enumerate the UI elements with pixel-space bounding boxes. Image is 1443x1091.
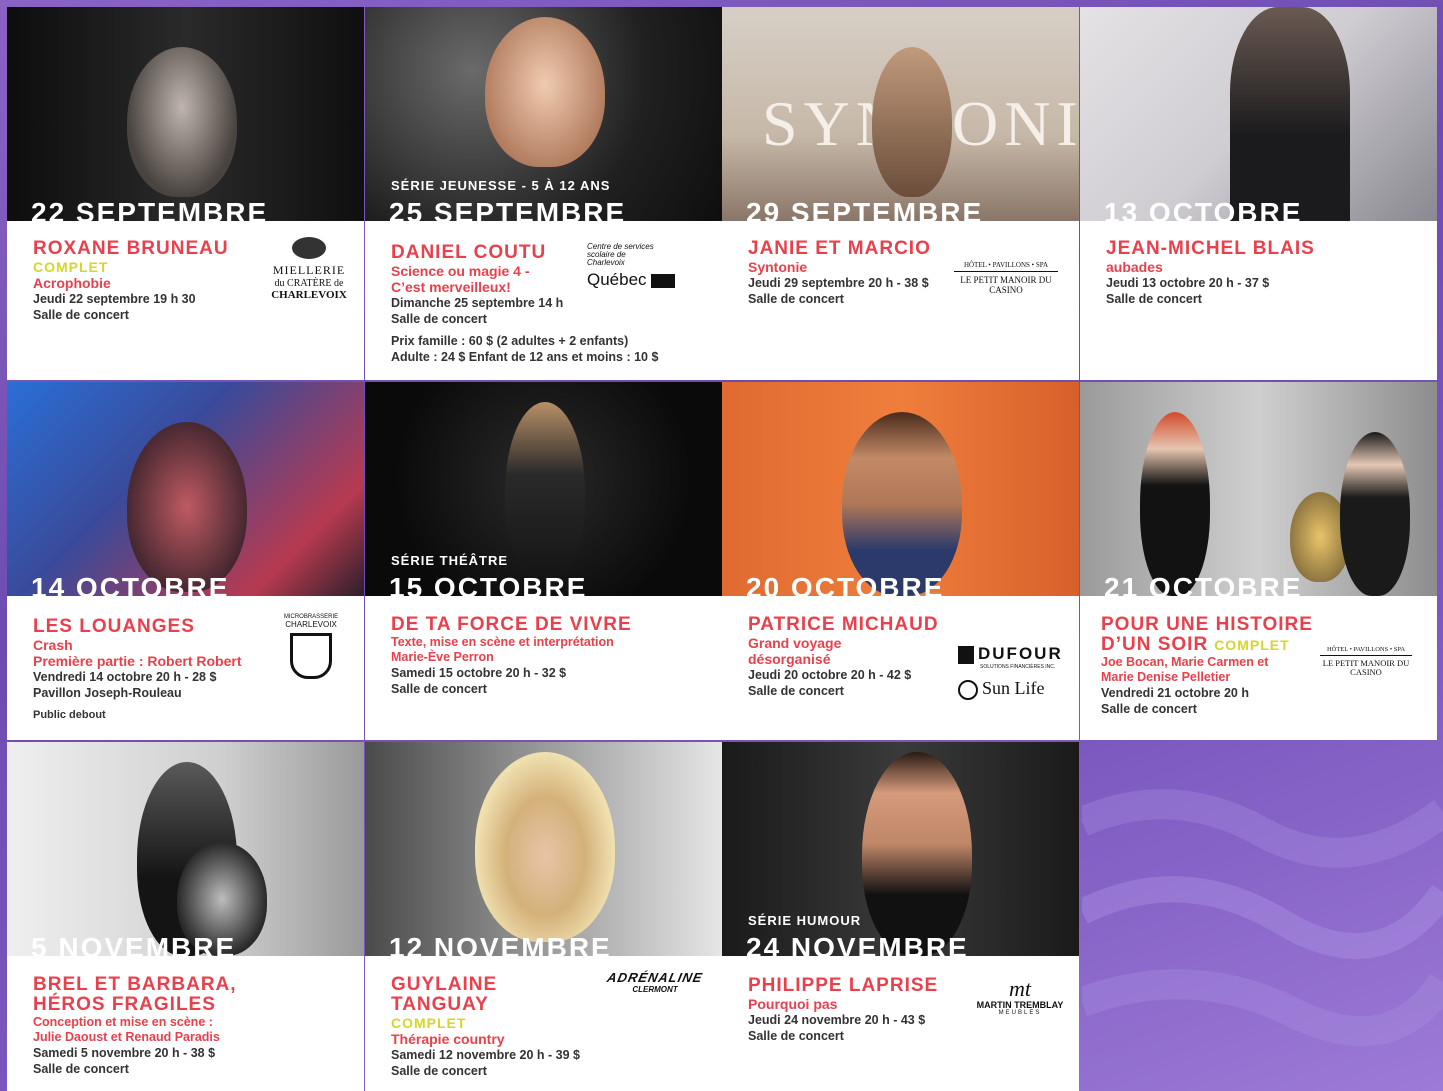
- event-title: JANIE ET MARCIO: [748, 238, 931, 259]
- sponsor-logo: ADRÉNALINE CLERMONT: [605, 970, 705, 994]
- event-subtitle: aubades: [1106, 259, 1163, 275]
- event-photo: SÉRIE THÉÂTRE 15 OCTOBRE: [365, 382, 722, 596]
- event-subtitle: Thérapie country: [391, 1031, 505, 1047]
- event-venue: Pavillon Joseph-Rouleau: [33, 686, 182, 700]
- event-card[interactable]: 22 SEPTEMBRE ROXANE BRUNEAU COMPLET Acro…: [7, 7, 364, 380]
- event-photo: SÉRIE HUMOUR 24 NOVEMBRE: [722, 742, 1079, 956]
- decorative-waves: [1082, 742, 1443, 1091]
- event-subtitle: Grand voyage: [748, 635, 842, 651]
- event-venue: Salle de concert: [33, 1062, 129, 1076]
- event-venue: Salle de concert: [1106, 292, 1202, 306]
- event-date: 12 NOVEMBRE: [389, 932, 612, 957]
- event-subtitle: désorganisé: [748, 651, 831, 667]
- event-date: 20 OCTOBRE: [746, 572, 945, 597]
- event-card[interactable]: 14 OCTOBRE LES LOUANGES Crash Première p…: [7, 382, 364, 740]
- event-venue: Salle de concert: [391, 682, 487, 696]
- event-datetime: Samedi 15 octobre 20 h - 32 $: [391, 666, 567, 680]
- event-subtitle: Texte, mise en scène et interprétation: [391, 635, 614, 649]
- event-card[interactable]: SÉRIE JEUNESSE - 5 À 12 ANS 25 SEPTEMBRE…: [365, 7, 722, 380]
- event-datetime: Jeudi 20 octobre 20 h - 42 $: [748, 668, 912, 682]
- event-photo: 20 OCTOBRE: [722, 382, 1079, 596]
- event-venue: Salle de concert: [748, 1029, 844, 1043]
- event-photo: 5 NOVEMBRE: [7, 742, 364, 956]
- event-venue: Salle de concert: [1101, 702, 1197, 716]
- event-photo: 21 OCTOBRE: [1080, 382, 1437, 596]
- event-card[interactable]: SÉRIE THÉÂTRE 15 OCTOBRE DE TA FORCE DE …: [365, 382, 722, 740]
- event-title: BREL ET BARBARA,: [33, 974, 237, 995]
- event-subtitle: Conception et mise en scène :: [33, 1015, 213, 1029]
- event-card[interactable]: SÉRIE HUMOUR 24 NOVEMBRE PHILIPPE LAPRIS…: [722, 742, 1079, 1091]
- event-card[interactable]: 20 OCTOBRE PATRICE MICHAUD Grand voyage …: [722, 382, 1079, 740]
- event-series: SÉRIE THÉÂTRE: [391, 553, 509, 568]
- event-title: PATRICE MICHAUD: [748, 614, 939, 635]
- event-title: HÉROS FRAGILES: [33, 994, 216, 1015]
- sponsor-logo: MIELLERIE du CRATÈRE de CHARLEVOIX: [269, 237, 349, 301]
- event-photo: 14 OCTOBRE: [7, 382, 364, 596]
- event-title: POUR UNE HISTOIRE: [1101, 614, 1313, 635]
- event-venue: Salle de concert: [391, 312, 487, 326]
- event-note: Public debout: [33, 709, 106, 721]
- sponsor-logo: HÔTEL • PAVILLONS • SPA LE PETIT MANOIR …: [1320, 646, 1412, 677]
- event-photo: 22 SEPTEMBRE: [7, 7, 364, 221]
- event-subtitle: Joe Bocan, Marie Carmen et: [1101, 655, 1269, 669]
- event-series: SÉRIE JEUNESSE - 5 À 12 ANS: [391, 178, 611, 193]
- sponsor-logo: DUFOUR SOLUTIONS FINANCIÈRES INC. Sun Li…: [958, 644, 1070, 700]
- event-title: DE TA FORCE DE VIVRE: [391, 614, 632, 635]
- event-price: Prix famille : 60 $ (2 adultes + 2 enfan…: [391, 334, 629, 348]
- event-venue: Salle de concert: [33, 308, 129, 322]
- complet-badge: COMPLET: [1214, 637, 1290, 653]
- event-date: 25 SEPTEMBRE: [389, 197, 627, 222]
- sponsor-logo: HÔTEL • PAVILLONS • SPA LE PETIT MANOIR …: [954, 261, 1058, 295]
- event-date: 5 NOVEMBRE: [31, 932, 237, 957]
- event-datetime: Samedi 5 novembre 20 h - 38 $: [33, 1046, 216, 1060]
- event-title: TANGUAY: [391, 994, 489, 1015]
- event-date: 22 SEPTEMBRE: [31, 197, 269, 222]
- event-title: D’UN SOIR: [1101, 634, 1209, 655]
- event-datetime: Samedi 12 novembre 20 h - 39 $: [391, 1048, 580, 1062]
- event-photo: SYNTONIE 29 SEPTEMBRE: [722, 7, 1079, 221]
- event-date: 21 OCTOBRE: [1104, 572, 1303, 597]
- event-series: SÉRIE HUMOUR: [748, 913, 862, 928]
- event-photo: 13 OCTOBRE: [1080, 7, 1437, 221]
- event-venue: Salle de concert: [391, 1064, 487, 1078]
- event-datetime: Dimanche 25 septembre 14 h: [391, 296, 564, 310]
- event-title: JEAN-MICHEL BLAIS: [1106, 238, 1315, 259]
- event-datetime: Jeudi 13 octobre 20 h - 37 $: [1106, 276, 1270, 290]
- event-photo: SÉRIE JEUNESSE - 5 À 12 ANS 25 SEPTEMBRE: [365, 7, 722, 221]
- complet-badge: COMPLET: [391, 1015, 467, 1031]
- event-date: 15 OCTOBRE: [389, 572, 588, 597]
- event-venue: Salle de concert: [748, 684, 844, 698]
- event-price: Adulte : 24 $ Enfant de 12 ans et moins …: [391, 350, 659, 364]
- event-subtitle: Marie-Ève Perron: [391, 650, 494, 664]
- sponsor-logo: MICROBRASSERIE CHARLEVOIX: [273, 614, 349, 679]
- event-date: 14 OCTOBRE: [31, 572, 230, 597]
- event-info: BREL ET BARBARA, HÉROS FRAGILES Concepti…: [33, 975, 356, 1077]
- event-photo: 12 NOVEMBRE: [365, 742, 722, 956]
- event-title: DANIEL COUTU: [391, 242, 547, 263]
- event-card[interactable]: 5 NOVEMBRE BREL ET BARBARA, HÉROS FRAGIL…: [7, 742, 364, 1091]
- event-datetime: Vendredi 21 octobre 20 h: [1101, 686, 1249, 700]
- event-card[interactable]: 12 NOVEMBRE GUYLAINE TANGUAY COMPLET Thé…: [365, 742, 722, 1091]
- sponsor-logo: mt MARTIN TREMBLAY MEUBLES: [976, 976, 1064, 1017]
- event-subtitle: Julie Daoust et Renaud Paradis: [33, 1030, 220, 1044]
- event-info: PATRICE MICHAUD Grand voyage désorganisé…: [748, 615, 939, 699]
- event-card[interactable]: 13 OCTOBRE JEAN-MICHEL BLAIS aubades Jeu…: [1080, 7, 1437, 380]
- event-info: DE TA FORCE DE VIVRE Texte, mise en scèn…: [391, 615, 714, 697]
- event-card[interactable]: 21 OCTOBRE POUR UNE HISTOIRE D’UN SOIR CO…: [1080, 382, 1437, 740]
- event-card[interactable]: SYNTONIE 29 SEPTEMBRE JANIE ET MARCIO Sy…: [722, 7, 1079, 380]
- event-date: 13 OCTOBRE: [1104, 197, 1303, 222]
- event-info: JEAN-MICHEL BLAIS aubades Jeudi 13 octob…: [1106, 239, 1429, 307]
- event-date: 29 SEPTEMBRE: [746, 197, 984, 222]
- sponsor-logo: Centre de services scolaire de Charlevoi…: [587, 243, 707, 290]
- event-date: 24 NOVEMBRE: [746, 932, 969, 957]
